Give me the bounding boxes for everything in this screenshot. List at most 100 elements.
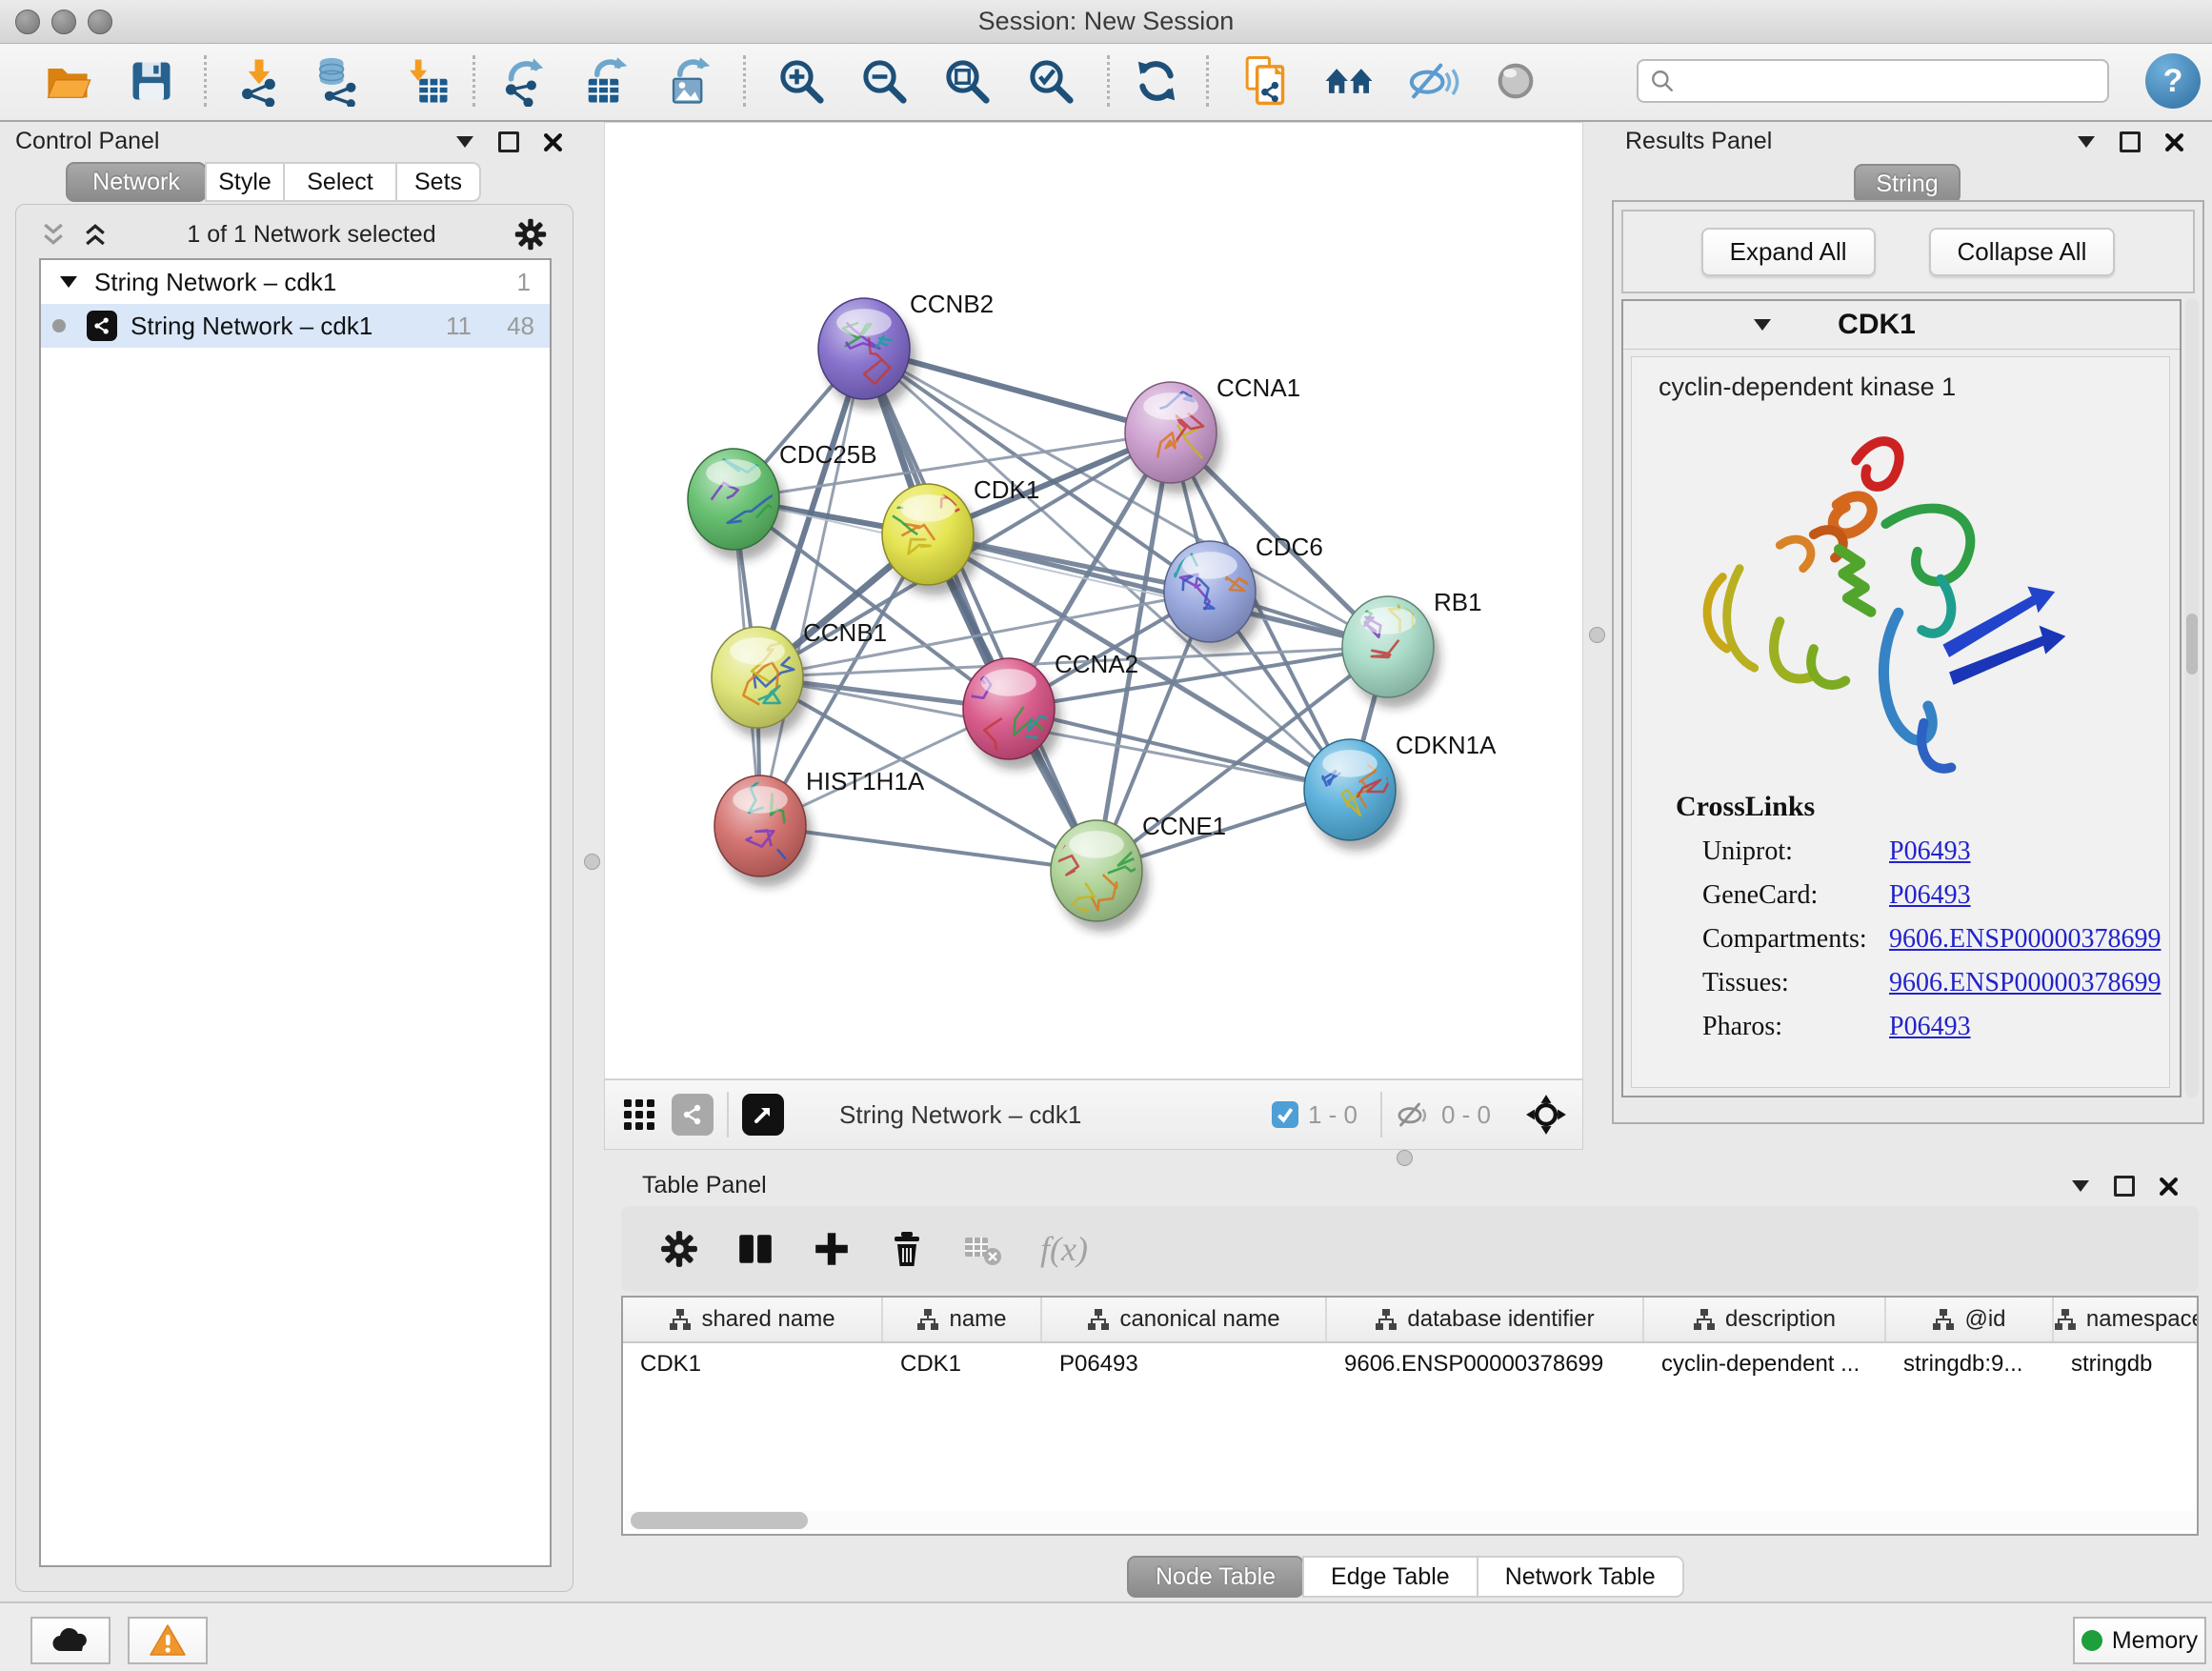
network-overview-icon[interactable]: [672, 1094, 714, 1136]
tab-network[interactable]: Network: [66, 162, 207, 202]
network-node-CDKN1A[interactable]: CDKN1A: [1304, 731, 1497, 851]
tab-network-table[interactable]: Network Table: [1477, 1556, 1684, 1598]
gear-icon[interactable]: [659, 1229, 699, 1269]
gear-icon[interactable]: [513, 217, 548, 252]
import-table-button[interactable]: [394, 50, 457, 112]
crosslink-genecard-link[interactable]: P06493: [1889, 880, 1971, 911]
collapse-all-button[interactable]: Collapse All: [1929, 228, 2116, 276]
close-panel-icon[interactable]: [2165, 133, 2183, 151]
network-view-canvas[interactable]: CCNB2 CCNA1 CDC25BCDK1 CDC6RB1 CCNB1 CCNA2 CDK…: [604, 122, 1583, 1079]
network-node-CDK1[interactable]: CDK1: [882, 475, 1039, 595]
float-panel-icon[interactable]: [2120, 131, 2141, 152]
nav-separator: [1380, 1092, 1382, 1137]
column-header-id[interactable]: @id: [1886, 1298, 2054, 1341]
warnings-button[interactable]: [128, 1617, 208, 1664]
expand-up-icon[interactable]: [81, 220, 110, 249]
network-node-CDC25B[interactable]: CDC25B: [688, 440, 877, 560]
cell-description[interactable]: cyclin-dependent ...: [1644, 1343, 1886, 1385]
panel-menu-icon[interactable]: [456, 136, 473, 148]
column-header-shared-name[interactable]: shared name: [623, 1298, 883, 1341]
table-horizontal-scrollbar[interactable]: [625, 1511, 2195, 1530]
network-node-CCNE1[interactable]: CCNE1: [1051, 812, 1226, 932]
node-label-CCNB1: CCNB1: [803, 618, 887, 647]
cell-database-identifier[interactable]: 9606.ENSP00000378699: [1327, 1343, 1644, 1385]
column-header-canonical-name[interactable]: canonical name: [1042, 1298, 1327, 1341]
cell-name[interactable]: CDK1: [883, 1343, 1042, 1385]
cloud-status-button[interactable]: [30, 1617, 111, 1664]
protein-entry-header[interactable]: CDK1: [1623, 301, 2180, 350]
zoom-fit-button[interactable]: [935, 50, 998, 112]
tab-edge-table[interactable]: Edge Table: [1302, 1556, 1478, 1598]
duplicate-network-button[interactable]: [1235, 50, 1297, 112]
network-node-HIST1H1A[interactable]: HIST1H1A: [714, 764, 925, 887]
cell-shared-name[interactable]: CDK1: [623, 1343, 883, 1385]
grid-view-icon[interactable]: [620, 1096, 658, 1134]
homes-button[interactable]: [1317, 50, 1380, 112]
cell-id[interactable]: stringdb:9...: [1886, 1343, 2054, 1385]
crosslink-compartments-link[interactable]: 9606.ENSP00000378699: [1889, 924, 2161, 955]
detach-view-icon[interactable]: [742, 1094, 784, 1136]
memory-button[interactable]: Memory: [2073, 1617, 2206, 1664]
add-column-icon[interactable]: [812, 1229, 852, 1269]
column-header-description[interactable]: description: [1644, 1298, 1886, 1341]
results-scrollbar[interactable]: [2185, 299, 2199, 1097]
float-panel-icon[interactable]: [498, 131, 519, 152]
export-table-button[interactable]: [576, 50, 639, 112]
help-button[interactable]: ?: [2145, 53, 2201, 109]
network-collection-row[interactable]: String Network – cdk1 1: [41, 260, 550, 304]
cell-canonical-name[interactable]: P06493: [1042, 1343, 1327, 1385]
network-node-CCNB2[interactable]: CCNB2: [818, 290, 994, 410]
left-splitter-handle[interactable]: [584, 854, 600, 870]
zoom-in-button[interactable]: [770, 50, 833, 112]
network-node-RB1[interactable]: RB1: [1318, 574, 1482, 708]
export-network-button[interactable]: [493, 50, 555, 112]
close-panel-icon[interactable]: [2160, 1178, 2178, 1196]
table-scrollbar-thumb[interactable]: [631, 1512, 808, 1529]
save-session-button[interactable]: [120, 50, 183, 112]
refresh-button[interactable]: [1125, 50, 1188, 112]
panel-menu-icon[interactable]: [2078, 136, 2095, 148]
hide-visibility-button[interactable]: [1401, 50, 1464, 112]
zoom-selected-button[interactable]: [1019, 50, 1082, 112]
tab-select[interactable]: Select: [283, 162, 397, 202]
crosshair-icon[interactable]: [1525, 1094, 1567, 1136]
export-image-button[interactable]: [659, 50, 722, 112]
network-node-CDC6[interactable]: CDC6: [1164, 533, 1323, 653]
tab-string[interactable]: String: [1854, 164, 1961, 204]
network-row[interactable]: String Network – cdk1 11 48: [41, 304, 550, 348]
crosslink-pharos-link[interactable]: P06493: [1889, 1012, 1971, 1042]
tab-style[interactable]: Style: [205, 162, 285, 202]
tab-sets[interactable]: Sets: [395, 162, 481, 202]
show-columns-icon[interactable]: [735, 1229, 775, 1269]
crosslink-uniprot-link[interactable]: P06493: [1889, 836, 1971, 867]
open-session-button[interactable]: [36, 50, 99, 112]
right-splitter-handle[interactable]: [1589, 627, 1605, 643]
search-field[interactable]: [1637, 59, 2109, 103]
close-panel-icon[interactable]: [544, 133, 562, 151]
collapse-tree-icon[interactable]: [60, 276, 77, 288]
column-header-database-identifier[interactable]: database identifier: [1327, 1298, 1644, 1341]
float-panel-icon[interactable]: [2114, 1176, 2135, 1197]
search-input[interactable]: [1682, 67, 2107, 95]
collapse-entry-icon[interactable]: [1754, 319, 1771, 331]
import-network-from-database-button[interactable]: [308, 50, 371, 112]
horizontal-splitter-handle[interactable]: [1397, 1150, 1413, 1166]
network-node-CCNB1[interactable]: CCNB1: [712, 618, 887, 738]
tab-node-table[interactable]: Node Table: [1127, 1556, 1304, 1598]
selected-checkbox-icon[interactable]: [1272, 1101, 1298, 1128]
collapse-all-icon[interactable]: [39, 220, 68, 249]
cell-namespace[interactable]: stringdb: [2054, 1343, 2199, 1385]
panel-menu-icon[interactable]: [2072, 1180, 2089, 1192]
show-visibility-button[interactable]: [1484, 50, 1547, 112]
zoom-out-button[interactable]: [853, 50, 915, 112]
results-scrollbar-thumb[interactable]: [2186, 614, 2198, 674]
delete-column-icon[interactable]: [888, 1230, 926, 1268]
column-header-namespace[interactable]: namespace: [2054, 1298, 2199, 1341]
import-network-button[interactable]: [228, 50, 291, 112]
column-header-name[interactable]: name: [883, 1298, 1042, 1341]
node-label-CCNA1: CCNA1: [1217, 373, 1300, 402]
crosslink-tissues-link[interactable]: 9606.ENSP00000378699: [1889, 968, 2161, 998]
network-node-CCNA2[interactable]: CCNA2: [963, 650, 1138, 770]
expand-all-button[interactable]: Expand All: [1701, 228, 1876, 276]
table-row[interactable]: CDK1 CDK1 P06493 9606.ENSP00000378699 cy…: [623, 1343, 2197, 1385]
